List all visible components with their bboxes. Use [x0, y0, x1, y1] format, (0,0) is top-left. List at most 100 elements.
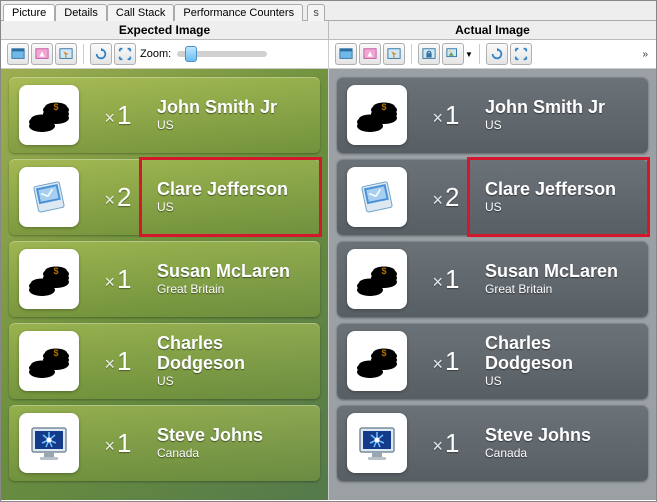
svg-text:$: $: [53, 102, 58, 112]
image-dropdown-icon[interactable]: [442, 43, 464, 65]
person-name: Steve Johns: [157, 426, 310, 446]
person-location: Great Britain: [485, 282, 638, 296]
person-name: Charles Dodgeson: [485, 334, 638, 374]
select-icon[interactable]: [55, 43, 77, 65]
list-item[interactable]: ×2 Clare JeffersonUS: [9, 159, 320, 235]
separator: [411, 44, 412, 64]
lock-icon[interactable]: [418, 43, 440, 65]
list-item[interactable]: $ ×1 Charles DodgesonUS: [337, 323, 648, 399]
person-name: John Smith Jr: [485, 98, 638, 118]
refresh-icon[interactable]: [90, 43, 112, 65]
separator: [479, 44, 480, 64]
list-item[interactable]: ×1 Steve JohnsCanada: [337, 405, 648, 481]
count: ×1: [89, 428, 147, 459]
tab-performance-counters[interactable]: Performance Counters: [174, 4, 303, 21]
person-info: Steve JohnsCanada: [157, 426, 310, 460]
coins-icon: $: [19, 85, 79, 145]
expected-toolbar: Zoom:: [1, 40, 329, 69]
person-location: US: [157, 200, 310, 214]
expected-panel: $×1John Smith JrUS×2Clare JeffersonUS$×1…: [1, 69, 329, 500]
person-info: Charles DodgesonUS: [485, 334, 638, 388]
count: ×2: [417, 182, 475, 213]
list-item[interactable]: ×2 Clare JeffersonUS: [337, 159, 648, 235]
person-location: Great Britain: [157, 282, 310, 296]
list-item[interactable]: $ ×1 John Smith JrUS: [9, 77, 320, 153]
monitor-icon: [347, 413, 407, 473]
monitor-icon: [19, 413, 79, 473]
actual-toolbar: ▼ »: [329, 40, 656, 69]
dropdown-caret-icon[interactable]: ▼: [465, 50, 473, 59]
person-info: Susan McLarenGreat Britain: [157, 262, 310, 296]
count: ×1: [417, 346, 475, 377]
comparison-panels: $×1John Smith JrUS×2Clare JeffersonUS$×1…: [1, 69, 656, 500]
coins-icon: $: [19, 331, 79, 391]
person-location: US: [485, 118, 638, 132]
person-location: US: [157, 374, 310, 388]
person-name: Susan McLaren: [485, 262, 638, 282]
highlight-icon[interactable]: [359, 43, 381, 65]
person-location: US: [485, 200, 638, 214]
fit-icon[interactable]: [114, 43, 136, 65]
person-location: US: [485, 374, 638, 388]
list-item[interactable]: $ ×1 John Smith JrUS: [337, 77, 648, 153]
person-info: John Smith JrUS: [157, 98, 310, 132]
list-item[interactable]: $ ×1 Susan McLarenGreat Britain: [9, 241, 320, 317]
tab-bar: Picture Details Call Stack Performance C…: [1, 1, 656, 21]
title-row: Expected Image Actual Image: [1, 21, 656, 40]
count: ×1: [417, 264, 475, 295]
highlight-icon[interactable]: [31, 43, 53, 65]
coins-icon: $: [347, 249, 407, 309]
person-info: Steve JohnsCanada: [485, 426, 638, 460]
refresh-icon[interactable]: [486, 43, 508, 65]
person-name: Clare Jefferson: [157, 180, 310, 200]
image-view-icon[interactable]: [7, 43, 29, 65]
person-info: Susan McLarenGreat Britain: [485, 262, 638, 296]
person-info: Clare JeffersonUS: [485, 180, 638, 214]
person-location: Canada: [485, 446, 638, 460]
svg-text:$: $: [381, 348, 386, 358]
coins-icon: $: [347, 85, 407, 145]
count: ×1: [89, 100, 147, 131]
select-icon[interactable]: [383, 43, 405, 65]
tab-overflow[interactable]: s: [307, 4, 325, 21]
count: ×1: [417, 428, 475, 459]
toolbar-row: Zoom: ▼ »: [1, 40, 656, 69]
actual-title: Actual Image: [329, 21, 656, 39]
zoom-label: Zoom:: [140, 48, 171, 60]
image-view-icon[interactable]: [335, 43, 357, 65]
coins-icon: $: [19, 249, 79, 309]
separator: [83, 44, 84, 64]
person-name: Charles Dodgeson: [157, 334, 310, 374]
person-info: Charles DodgesonUS: [157, 334, 310, 388]
book-icon: [347, 167, 407, 227]
count: ×2: [89, 182, 147, 213]
tab-call-stack[interactable]: Call Stack: [107, 4, 175, 21]
coins-icon: $: [347, 331, 407, 391]
fit-icon[interactable]: [510, 43, 532, 65]
svg-text:$: $: [53, 266, 58, 276]
zoom-slider[interactable]: [177, 51, 267, 57]
expected-title: Expected Image: [1, 21, 329, 39]
list-item[interactable]: $ ×1 Susan McLarenGreat Britain: [337, 241, 648, 317]
actual-panel: $×1John Smith JrUS×2Clare JeffersonUS$×1…: [329, 69, 656, 500]
count: ×1: [89, 264, 147, 295]
list-item[interactable]: $ ×1 Charles DodgesonUS: [9, 323, 320, 399]
svg-text:$: $: [381, 102, 386, 112]
count: ×1: [417, 100, 475, 131]
person-name: Susan McLaren: [157, 262, 310, 282]
person-name: John Smith Jr: [157, 98, 310, 118]
person-info: John Smith JrUS: [485, 98, 638, 132]
svg-text:$: $: [381, 266, 386, 276]
person-name: Clare Jefferson: [485, 180, 638, 200]
tab-details[interactable]: Details: [55, 4, 107, 21]
overflow-chevron-icon[interactable]: »: [640, 47, 650, 62]
count: ×1: [89, 346, 147, 377]
list-item[interactable]: ×1 Steve JohnsCanada: [9, 405, 320, 481]
tab-picture[interactable]: Picture: [3, 4, 55, 21]
book-icon: [19, 167, 79, 227]
zoom-slider-thumb[interactable]: [185, 46, 197, 62]
person-info: Clare JeffersonUS: [157, 180, 310, 214]
person-name: Steve Johns: [485, 426, 638, 446]
person-location: US: [157, 118, 310, 132]
svg-text:$: $: [53, 348, 58, 358]
